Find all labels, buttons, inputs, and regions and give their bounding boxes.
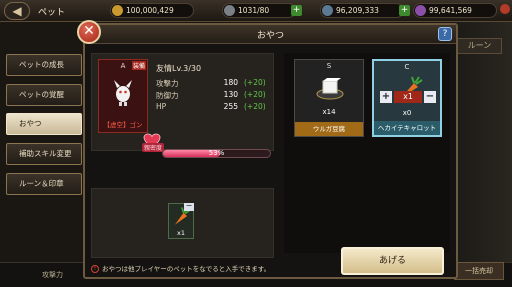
give-button[interactable]: あげる [341,247,444,275]
back-button[interactable]: ◀ [4,2,30,20]
snack-notice: ! おやつは他プレイヤーのペットをなでると入手できます。 [91,263,270,273]
selected-snack-count: x1 [177,229,185,237]
stat-value: 255 [223,102,238,111]
increase-button[interactable]: + [380,91,392,103]
notice-text: おやつは他プレイヤーのペットをなでると入手できます。 [102,265,271,273]
side-item-pet-awaken[interactable]: ペットの覚醒 [6,84,82,106]
side-item-snack[interactable]: おやつ [6,113,82,135]
currency1-value: 96,209,333 [336,6,379,15]
stat-attack: 攻撃力 180 (+20) [156,78,268,89]
snack-inventory: S x14 ウルガ豆腐 C + x1 − x0 ヘカイテキャロット [284,53,450,253]
tab-rune[interactable]: ルーン [457,38,502,54]
background-pet-list [452,22,512,287]
tofu-icon [316,78,344,100]
stat-value: 180 [223,78,238,87]
currency2-value: 99,641,569 [429,6,472,15]
stat-bonus: (+20) [244,90,266,99]
stat-label: 攻撃力 [156,79,179,88]
notification-icon[interactable] [500,4,510,14]
gold-counter: 100,000,429 [110,3,194,18]
pet-card: A 装備 【虚空】ゴン [98,59,148,133]
stat-bonus: (+20) [244,102,266,111]
info-icon: ! [91,265,99,273]
side-item-pet-growth[interactable]: ペットの成長 [6,54,82,76]
decrease-button[interactable]: − [424,91,436,103]
side-item-support-skill[interactable]: 補助スキル変更 [6,143,82,165]
affinity-percent: 53% [208,149,225,157]
selected-snack-panel: − x1 [91,188,274,258]
equipped-badge: 装備 [131,61,146,70]
dialog-title: おやつ [256,31,284,41]
item-grade: S [326,62,332,70]
currency2-counter: 99,641,569 [413,3,497,18]
add-stamina-button[interactable]: + [291,5,302,16]
quantity-stepper: + x1 − [380,91,436,103]
friendship-level: 友情Lv.3/30 [156,64,202,73]
snack-dialog: おやつ ? ✕ A 装備 【虚空】ゴン 友情Lv.3/30 攻撃力 180 (+… [77,20,458,279]
add-currency1-button[interactable]: + [399,5,410,16]
item-quantity: x14 [322,108,336,116]
affinity-label: 親密度 [142,143,165,152]
orb-icon [415,5,426,16]
stat-value: 130 [223,90,238,99]
close-button[interactable]: ✕ [77,20,101,44]
item-name: ヘカイテキャロット [374,121,440,135]
affinity-bar: 53% [162,149,271,158]
currency1-counter: 96,209,333 + [320,3,410,18]
help-button[interactable]: ? [438,27,452,41]
dialog-header: おやつ ? [85,25,456,44]
stat-label: HP [156,102,167,111]
top-bar: ◀ ペット 100,000,429 1031/80 + 96,209,333 +… [0,0,512,22]
item-name: ウルガ豆腐 [295,122,363,136]
stamina-icon [224,5,235,16]
pet-name: 【虚空】ゴン [103,121,143,129]
bottom-status: 攻撃力 [42,271,63,279]
stat-hp: HP 255 (+20) [156,102,268,111]
stat-bonus: (+20) [244,78,266,87]
pet-portrait-icon [114,80,132,106]
stepper-value: x1 [394,91,422,103]
bulk-sell-button[interactable]: 一括売却 [454,262,504,280]
snack-item-carrot[interactable]: C + x1 − x0 ヘカイテキャロット [372,59,442,137]
stamina-value: 1031/80 [238,6,270,15]
item-grade: C [404,63,410,71]
gold-value: 100,000,429 [126,6,174,15]
pet-info-panel: A 装備 【虚空】ゴン 友情Lv.3/30 攻撃力 180 (+20) 防御力 … [91,53,274,158]
remove-snack-button[interactable]: − [184,202,194,211]
stat-label: 防御力 [156,91,179,100]
snack-item-tofu[interactable]: S x14 ウルガ豆腐 [294,59,364,137]
stat-defense: 防御力 130 (+20) [156,90,268,101]
side-item-rune-seal[interactable]: ルーン＆印章 [6,173,82,195]
gem-icon [322,5,333,16]
selected-snack-slot[interactable]: − x1 [168,202,194,239]
item-quantity: x0 [402,109,412,117]
gold-icon [112,5,123,16]
stamina-counter: 1031/80 + [222,3,302,18]
screen-title: ペット [38,8,66,18]
